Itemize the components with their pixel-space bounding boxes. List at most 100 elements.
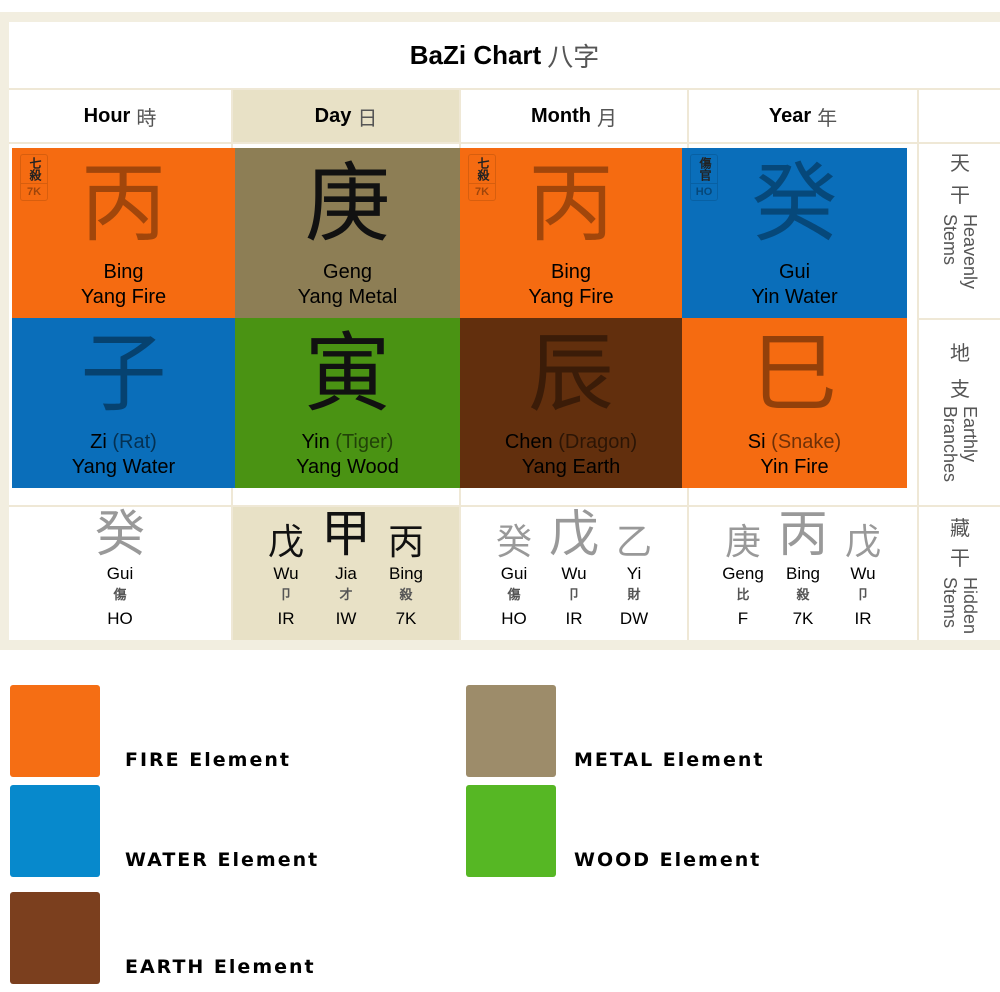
- hidden-stem-god: 財: [627, 588, 641, 603]
- hidden-stem-god: 傷: [507, 588, 521, 603]
- chart-title-cjk: 八字: [547, 42, 600, 73]
- stem-name: Bing: [103, 261, 144, 283]
- branch-description: Yang Water: [71, 456, 176, 478]
- row-label-en: Heavenly: [960, 214, 980, 290]
- hidden-stem-name: Jia: [335, 564, 357, 583]
- branch-name: Chen: [504, 431, 553, 453]
- chart-title-text: BaZi Chart: [409, 39, 542, 70]
- row-label-cjk: 地: [950, 341, 970, 365]
- hidden-stem-name: Bing: [785, 564, 821, 583]
- column-label-cjk: 年: [817, 105, 838, 130]
- branch-animal: (Dragon): [558, 431, 638, 453]
- legend-swatch: [10, 892, 100, 984]
- branch-description: Yin Fire: [760, 456, 829, 478]
- hidden-stem-character: 庚: [724, 522, 761, 563]
- hidden-stem-abbr: 7K: [792, 609, 814, 628]
- ten-god-badge: 七殺 7K: [468, 154, 496, 201]
- legend-label: FIRE Element: [125, 749, 291, 771]
- hidden-stem-character: 戊: [549, 505, 599, 563]
- hidden-stem-abbr: IR: [854, 609, 872, 628]
- hidden-stems-column: 癸 Gui 傷 HO: [9, 507, 231, 640]
- branch-character: 巳: [751, 324, 838, 424]
- hidden-stem-abbr: IW: [335, 609, 357, 628]
- heavenly-stem-cell: 丙 Bing Yang Fire 七殺 7K: [12, 148, 235, 318]
- branch-animal: (Snake): [771, 431, 842, 453]
- hidden-stem-name: Wu: [850, 564, 876, 583]
- legend-swatch: [10, 685, 100, 777]
- branch-character: 辰: [528, 324, 614, 424]
- branch-animal: (Rat): [112, 431, 157, 453]
- hidden-stem-name: Wu: [273, 564, 299, 583]
- stem-name: Gui: [778, 261, 811, 283]
- hidden-stem: 癸 Gui 傷 HO: [90, 509, 150, 631]
- row-label-en: Earthly: [960, 406, 980, 463]
- stem-description: Yang Fire: [528, 286, 614, 308]
- hidden-stem: 丙 Bing 殺 7K: [376, 525, 436, 631]
- hidden-stem-god: 才: [339, 588, 353, 603]
- earthly-branch-cell: 巳 Si (Snake) Yin Fire: [682, 318, 907, 488]
- column-header-hour: Hour 時: [9, 90, 231, 142]
- legend-label: EARTH Element: [125, 956, 316, 978]
- bazi-chart: BaZi Chart 八字 Hour 時 Day 日 Month 月 Year …: [9, 22, 1000, 640]
- divider: [9, 142, 1000, 144]
- hidden-stem-character: 丙: [387, 522, 424, 563]
- bazi-chart-frame: BaZi Chart 八字 Hour 時 Day 日 Month 月 Year …: [0, 12, 1000, 650]
- stem-description: Yang Fire: [80, 286, 167, 308]
- hidden-stem: 乙 Yi 財 DW: [604, 525, 664, 631]
- hidden-stem-abbr: F: [737, 609, 749, 628]
- ten-god-cjk: 七殺: [28, 157, 42, 181]
- branch-name-line: Si (Snake): [682, 430, 907, 454]
- row-label-cjk: 干: [950, 183, 970, 207]
- row-label-cjk: 干: [950, 546, 970, 570]
- row-label-en: Branches: [940, 406, 960, 483]
- row-label-heavenly-stems: 天 干 Heavenly Stems: [920, 144, 1000, 318]
- legend-label: METAL Element: [574, 749, 765, 771]
- branch-character: 子: [80, 324, 167, 424]
- column-header-month: Month 月: [461, 90, 687, 142]
- earthly-branch-cell: 辰 Chen (Dragon) Yang Earth: [460, 318, 682, 488]
- column-label: Month: [531, 104, 591, 127]
- legend-label: WOOD Element: [574, 849, 762, 871]
- hidden-stem-character: 癸: [95, 505, 145, 563]
- ten-god-abbr: 7K: [469, 183, 495, 200]
- column-label: Hour: [83, 104, 131, 127]
- column-label-cjk: 日: [357, 105, 378, 130]
- row-label-hidden-stems: 藏 干 Hidden Stems: [920, 507, 1000, 640]
- hidden-stem-god: 卩: [856, 588, 870, 603]
- hidden-stem-god: 殺: [399, 588, 413, 603]
- hidden-stems-column: 癸 Gui 傷 HO 戊 Wu 卩 IR 乙 Yi 財 DW: [461, 507, 687, 640]
- earthly-branch-cell: 子 Zi (Rat) Yang Water: [12, 318, 235, 488]
- stem-name: Geng: [323, 261, 372, 283]
- hidden-stem-character: 戊: [267, 522, 304, 563]
- ten-god-cjk: 傷官: [698, 157, 712, 181]
- hidden-stem: 丙 Bing 殺 7K: [773, 509, 833, 631]
- hidden-stem-character: 戊: [844, 522, 881, 563]
- row-label-en: Stems: [940, 577, 960, 629]
- hidden-stem-name: Gui: [500, 564, 528, 583]
- hidden-stem-character: 癸: [495, 522, 532, 563]
- hidden-stem-name: Gui: [106, 564, 134, 583]
- hidden-stem-god: 比: [736, 588, 750, 603]
- hidden-stem-abbr: 7K: [395, 609, 417, 628]
- branch-description: Yang Earth: [521, 456, 621, 478]
- row-label-en: Stems: [940, 214, 960, 266]
- column-header-year: Year 年: [689, 90, 917, 142]
- heavenly-stem-cell: 庚 Geng Yang Metal: [235, 148, 460, 318]
- legend-swatch: [466, 785, 556, 877]
- hidden-stem-character: 甲: [321, 505, 371, 563]
- stem-character: 庚: [304, 154, 391, 254]
- stem-description: Yin Water: [751, 286, 838, 308]
- branch-name: Yin: [301, 431, 330, 453]
- hidden-stem: 甲 Jia 才 IW: [316, 509, 376, 631]
- branch-animal: (Tiger): [335, 431, 394, 453]
- branch-name-line: Chen (Dragon): [460, 430, 682, 454]
- heavenly-stem-cell: 丙 Bing Yang Fire 七殺 7K: [460, 148, 682, 318]
- hidden-stems-column: 戊 Wu 卩 IR 甲 Jia 才 IW 丙 Bing 殺 7K: [233, 507, 459, 640]
- stem-description: Yang Metal: [297, 286, 398, 308]
- legend-swatch: [10, 785, 100, 877]
- row-label-cjk: 藏: [950, 516, 970, 540]
- branch-name: Zi: [90, 431, 107, 453]
- hidden-stem-character: 乙: [615, 522, 652, 563]
- column-label-cjk: 時: [136, 105, 157, 130]
- hidden-stem-god: 傷: [113, 588, 127, 603]
